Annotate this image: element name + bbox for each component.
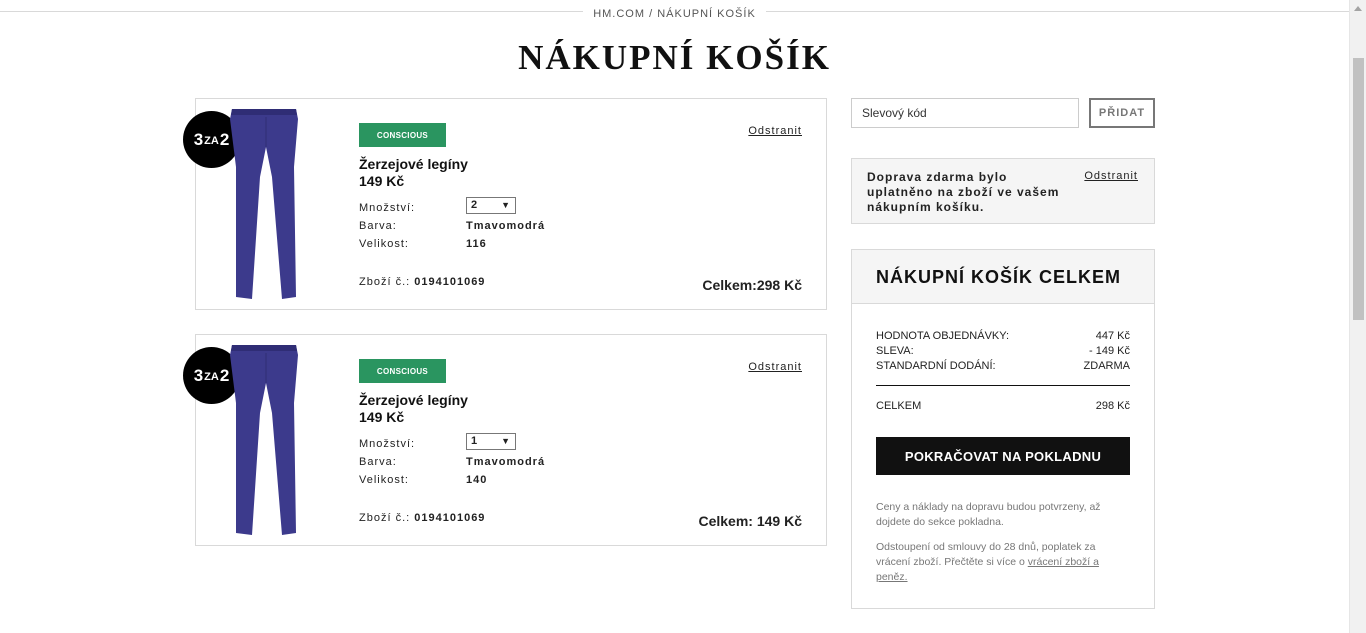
color-value: Tmavomodrá [466,220,546,232]
item-total: Celkem: 149 Kč [698,513,802,529]
promo-badge-left: 3 [193,365,204,385]
size-value: 140 [466,474,488,486]
summary-row-shipping: STANDARDNÍ DODÁNÍ: ZDARMA [876,360,1130,372]
conscious-tag: CONSCIOUS [359,359,446,383]
summary-row-label: HODNOTA OBJEDNÁVKY: [876,330,1010,342]
shipping-notice: Doprava zdarma bylo uplatněno na zboží v… [851,158,1155,224]
leggings-image[interactable] [226,107,306,303]
cart-item: 3 ZA 2 CONSCIOUS Odstranit Žerzejové legín… [183,98,827,310]
item-total: Celkem:298 Kč [702,277,802,293]
quantity-select[interactable]: 1 ▼ [466,433,516,450]
size-label: Velikost: [359,474,409,486]
color-label: Barva: [359,220,397,232]
remove-item-link[interactable]: Odstranit [748,361,802,373]
product-name[interactable]: Žerzejové legíny [359,156,468,172]
article-number: Zboží č.: 0194101069 [359,512,485,524]
scroll-up-icon[interactable] [1350,0,1366,17]
cart-item: 3 ZA 2 CONSCIOUS Odstranit Žerzejové legín… [183,334,827,546]
quantity-label: Množství: [359,202,416,214]
summary-row-value: ZDARMA [1083,360,1130,372]
page-scrollbar[interactable] [1349,0,1366,633]
article-number-value: 0194101069 [414,512,486,524]
summary-divider [876,385,1130,386]
summary-row-label: SLEVA: [876,345,914,357]
size-label: Velikost: [359,238,409,250]
product-price: 149 Kč [359,173,405,189]
scrollbar-thumb[interactable] [1353,58,1364,320]
summary-total-label: CELKEM [876,400,922,412]
promo-badge-mid: ZA [204,134,219,147]
chevron-down-icon: ▼ [501,200,510,210]
product-name[interactable]: Žerzejové legíny [359,392,468,408]
breadcrumb: HM.COM / NÁKUPNÍ KOŠÍK [0,4,1349,22]
shipping-notice-text: Doprava zdarma bylo uplatněno na zboží v… [867,170,1060,214]
cart-summary: NÁKUPNÍ KOŠÍK CELKEM HODNOTA OBJEDNÁVKY:… [851,249,1155,609]
conscious-tag: CONSCIOUS [359,123,446,147]
return-note: Odstoupení od smlouvy do 28 dnů, poplate… [876,540,1130,585]
page-title: NÁKUPNÍ KOŠÍK [518,38,831,77]
color-value: Tmavomodrá [466,456,546,468]
article-number-value: 0194101069 [414,276,486,288]
article-number: Zboží č.: 0194101069 [359,276,485,288]
add-discount-button[interactable]: PŘIDAT [1089,98,1155,128]
color-label: Barva: [359,456,397,468]
size-value: 116 [466,238,487,250]
summary-row-total: CELKEM 298 Kč [876,400,1130,412]
summary-row-label: STANDARDNÍ DODÁNÍ: [876,360,996,372]
quantity-value: 2 [471,199,478,211]
summary-header: NÁKUPNÍ KOŠÍK CELKEM [852,250,1154,304]
price-note: Ceny a náklady na dopravu budou potvrzen… [876,501,1101,528]
chevron-down-icon: ▼ [501,436,510,446]
quantity-value: 1 [471,435,478,447]
promo-badge-mid: ZA [204,370,219,383]
remove-item-link[interactable]: Odstranit [748,125,802,137]
summary-row-value: - 149 Kč [1089,345,1130,357]
checkout-button[interactable]: POKRAČOVAT NA POKLADNU [876,437,1130,475]
discount-code-input[interactable] [851,98,1079,128]
summary-row-order-value: HODNOTA OBJEDNÁVKY: 447 Kč [876,330,1130,342]
quantity-select[interactable]: 2 ▼ [466,197,516,214]
promo-badge-left: 3 [193,129,204,149]
quantity-label: Množství: [359,438,416,450]
summary-total-value: 298 Kč [1095,400,1130,412]
summary-title: NÁKUPNÍ KOŠÍK CELKEM [876,267,1122,287]
summary-row-discount: SLEVA: - 149 Kč [876,345,1130,357]
article-number-label: Zboží č.: [359,276,411,288]
leggings-image[interactable] [226,343,306,539]
remove-shipping-link[interactable]: Odstranit [1084,170,1138,182]
summary-row-value: 447 Kč [1095,330,1130,342]
breadcrumb-text[interactable]: HM.COM / NÁKUPNÍ KOŠÍK [583,8,766,20]
article-number-label: Zboží č.: [359,512,411,524]
product-price: 149 Kč [359,409,405,425]
